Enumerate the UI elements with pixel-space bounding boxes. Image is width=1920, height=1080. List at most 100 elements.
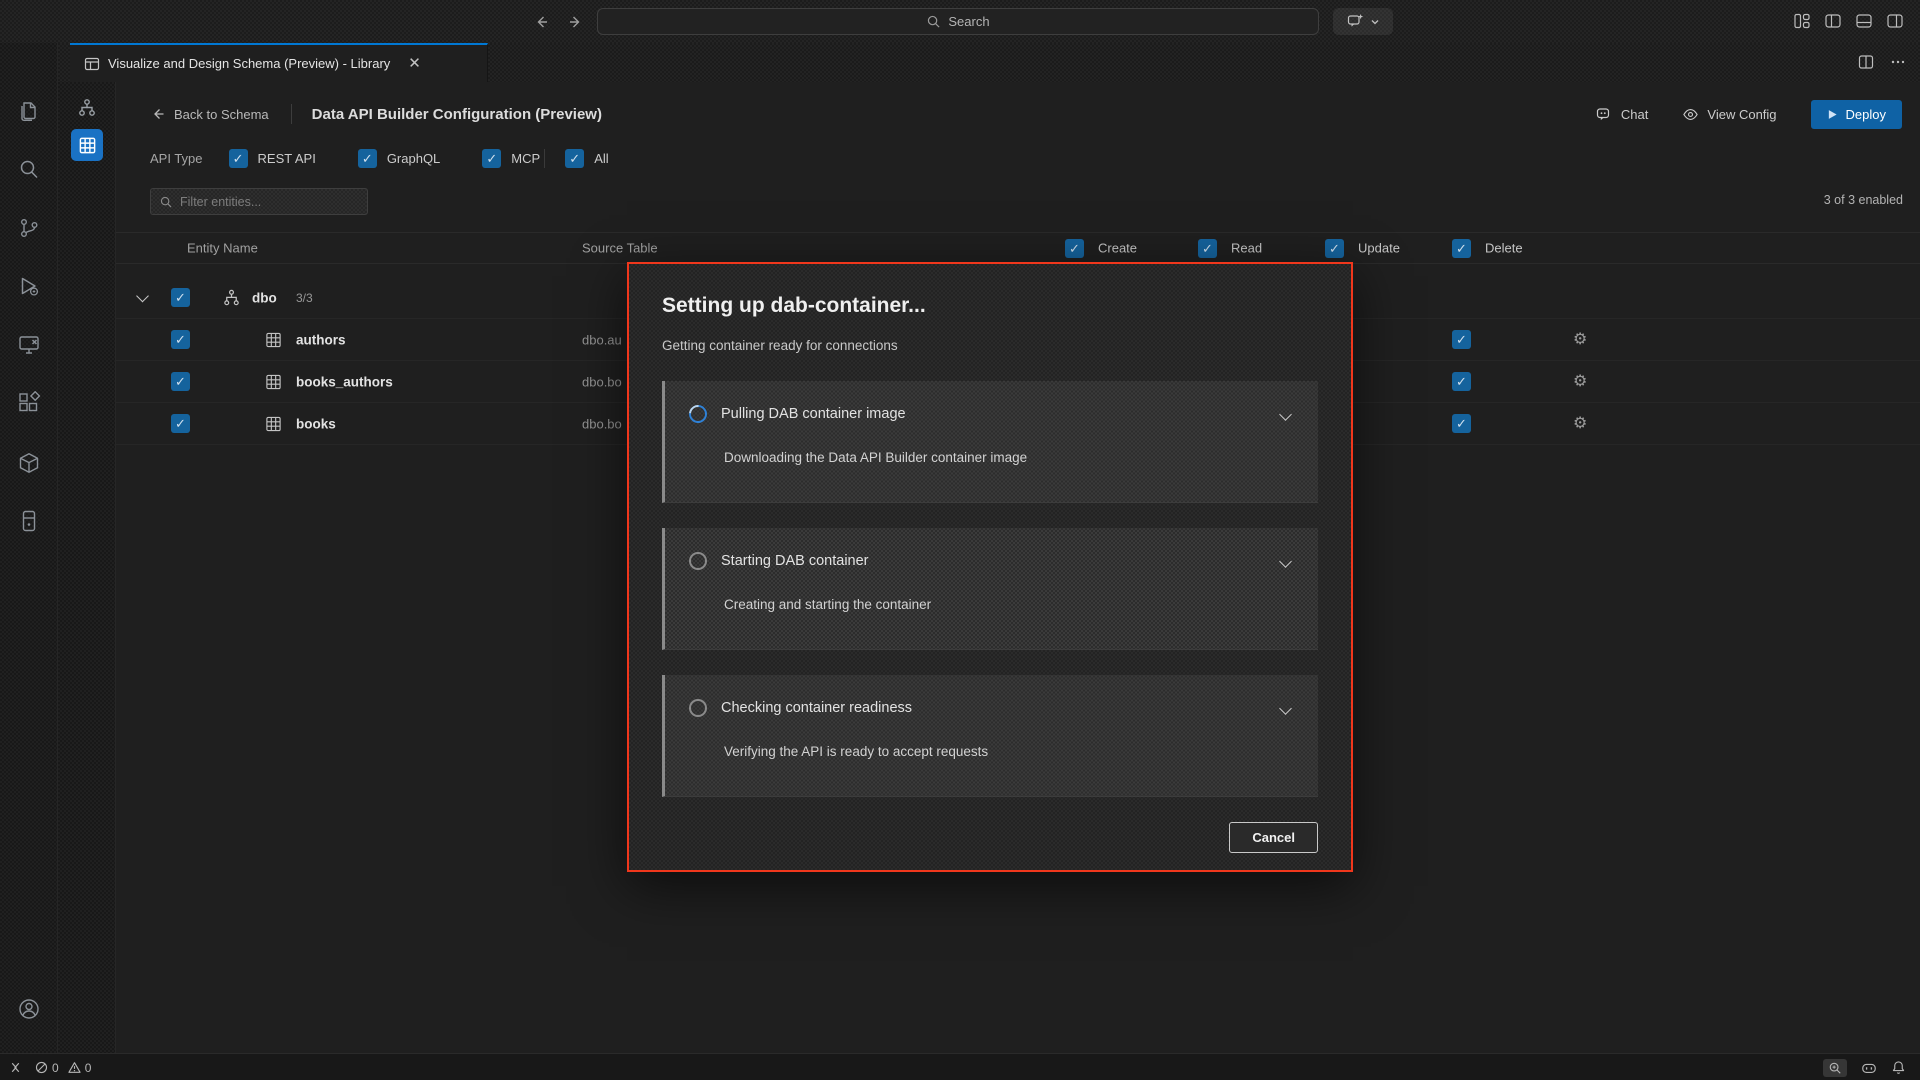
filter-entities-field[interactable] — [150, 188, 368, 215]
filter-entities-input[interactable] — [180, 195, 359, 209]
status-bar: 0 0 — [0, 1053, 1920, 1080]
nav-forward-icon[interactable] — [566, 13, 584, 31]
run-debug-icon[interactable] — [17, 274, 41, 298]
search-icon — [926, 14, 941, 29]
rest-api-checkbox[interactable] — [229, 149, 248, 168]
table-icon — [265, 415, 282, 432]
search-view-icon[interactable] — [17, 157, 41, 181]
step-description: Creating and starting the container — [724, 597, 1294, 612]
graphql-checkbox[interactable] — [358, 149, 377, 168]
toggle-primary-sidebar-icon[interactable] — [1824, 12, 1842, 30]
delete-all-checkbox[interactable] — [1452, 239, 1471, 258]
row-settings-gear-icon[interactable]: ⚙ — [1573, 374, 1587, 390]
copilot-icon — [1596, 106, 1613, 123]
customize-layout-icon[interactable] — [1793, 12, 1811, 30]
warning-count: 0 — [85, 1061, 92, 1075]
error-count: 0 — [52, 1061, 59, 1075]
delete-checkbox[interactable] — [1452, 372, 1471, 391]
zoom-status-item[interactable] — [1823, 1059, 1847, 1077]
toggle-secondary-sidebar-icon[interactable] — [1886, 12, 1904, 30]
deploy-button[interactable]: Deploy — [1811, 100, 1902, 129]
row-checkbox[interactable] — [171, 414, 190, 433]
copilot-menu-button[interactable] — [1333, 8, 1393, 35]
page-header: Back to Schema Data API Builder Configur… — [116, 92, 1920, 136]
page-title: Data API Builder Configuration (Preview) — [312, 106, 602, 123]
delete-checkbox[interactable] — [1452, 414, 1471, 433]
account-icon[interactable] — [17, 997, 41, 1021]
col-update: Update — [1358, 241, 1400, 256]
step-header[interactable]: Checking container readiness — [689, 699, 1294, 717]
dab-config-view-button[interactable] — [71, 129, 103, 161]
col-entity-name: Entity Name — [187, 241, 258, 256]
activity-bar — [0, 43, 58, 1053]
chevron-down-icon[interactable] — [1281, 704, 1290, 713]
back-to-schema-link[interactable]: Back to Schema — [150, 106, 269, 122]
mcp-checkbox[interactable] — [482, 149, 501, 168]
explorer-icon[interactable] — [17, 99, 41, 123]
read-all-checkbox[interactable] — [1198, 239, 1217, 258]
chevron-down-icon[interactable] — [1281, 410, 1290, 419]
toggle-panel-icon[interactable] — [1855, 12, 1873, 30]
command-center-search[interactable]: Search — [597, 8, 1319, 35]
window-layout-controls — [1793, 12, 1904, 30]
mcp-option: MCP — [482, 149, 540, 168]
split-editor-icon[interactable] — [1858, 54, 1874, 70]
filter-search-icon — [159, 195, 173, 209]
more-actions-icon[interactable] — [1890, 54, 1906, 70]
chevron-down-icon[interactable] — [1281, 557, 1290, 566]
sql-server-icon[interactable] — [17, 509, 41, 533]
view-config-button[interactable]: View Config — [1682, 106, 1776, 123]
col-create: Create — [1098, 241, 1137, 256]
source-control-icon[interactable] — [17, 216, 41, 240]
step-starting-container: Starting DAB container Creating and star… — [662, 528, 1318, 650]
arrow-left-icon — [150, 106, 166, 122]
delete-checkbox[interactable] — [1452, 330, 1471, 349]
dialog-footer: Cancel — [662, 822, 1318, 853]
step-header[interactable]: Pulling DAB container image — [689, 405, 1294, 423]
extensions-icon[interactable] — [17, 391, 41, 415]
row-settings-gear-icon[interactable]: ⚙ — [1573, 332, 1587, 348]
page-actions: Chat View Config Deploy — [1596, 100, 1902, 129]
warning-icon — [68, 1061, 81, 1074]
entity-name: authors — [296, 332, 346, 347]
problems-indicator[interactable]: 0 0 — [35, 1061, 91, 1075]
group-checkbox[interactable] — [171, 288, 190, 307]
title-bar: Search — [0, 0, 1920, 43]
all-checkbox[interactable] — [565, 149, 584, 168]
api-type-row: API Type REST API GraphQL MCP All — [150, 144, 651, 172]
chat-button[interactable]: Chat — [1596, 106, 1648, 123]
api-type-divider — [544, 149, 545, 168]
tab-close-icon[interactable]: ✕ — [408, 56, 421, 71]
search-placeholder: Search — [948, 14, 989, 29]
step-description: Downloading the Data API Builder contain… — [724, 450, 1294, 465]
expand-chevron-icon[interactable] — [138, 295, 147, 300]
pending-circle-icon — [689, 552, 707, 570]
update-all-checkbox[interactable] — [1325, 239, 1344, 258]
step-header[interactable]: Starting DAB container — [689, 552, 1294, 570]
header-divider — [291, 104, 292, 124]
notifications-bell-icon[interactable] — [1891, 1060, 1906, 1075]
graphql-option: GraphQL — [358, 149, 440, 168]
copilot-chat-icon — [1347, 13, 1364, 30]
zoom-icon — [1828, 1061, 1842, 1075]
cancel-button[interactable]: Cancel — [1229, 822, 1318, 853]
table-icon — [265, 373, 282, 390]
source-table-value: dbo.au — [582, 332, 622, 347]
copilot-status-icon[interactable] — [1861, 1060, 1877, 1076]
all-option: All — [565, 149, 608, 168]
remote-indicator[interactable] — [8, 1060, 23, 1075]
database-projects-icon[interactable] — [17, 451, 41, 475]
step-pulling-image: Pulling DAB container image Downloading … — [662, 381, 1318, 503]
create-all-checkbox[interactable] — [1065, 239, 1084, 258]
design-schema-tab-icon — [84, 56, 100, 72]
rest-api-option: REST API — [229, 149, 316, 168]
editor-tab-active[interactable]: Visualize and Design Schema (Preview) - … — [70, 43, 488, 82]
row-checkbox[interactable] — [171, 330, 190, 349]
row-checkbox[interactable] — [171, 372, 190, 391]
tab-label: Visualize and Design Schema (Preview) - … — [108, 56, 390, 71]
row-settings-gear-icon[interactable]: ⚙ — [1573, 416, 1587, 432]
schema-diagram-view-button[interactable] — [71, 92, 103, 124]
status-left: 0 0 — [8, 1054, 91, 1080]
remote-explorer-icon[interactable] — [17, 333, 41, 357]
nav-back-icon[interactable] — [533, 13, 551, 31]
